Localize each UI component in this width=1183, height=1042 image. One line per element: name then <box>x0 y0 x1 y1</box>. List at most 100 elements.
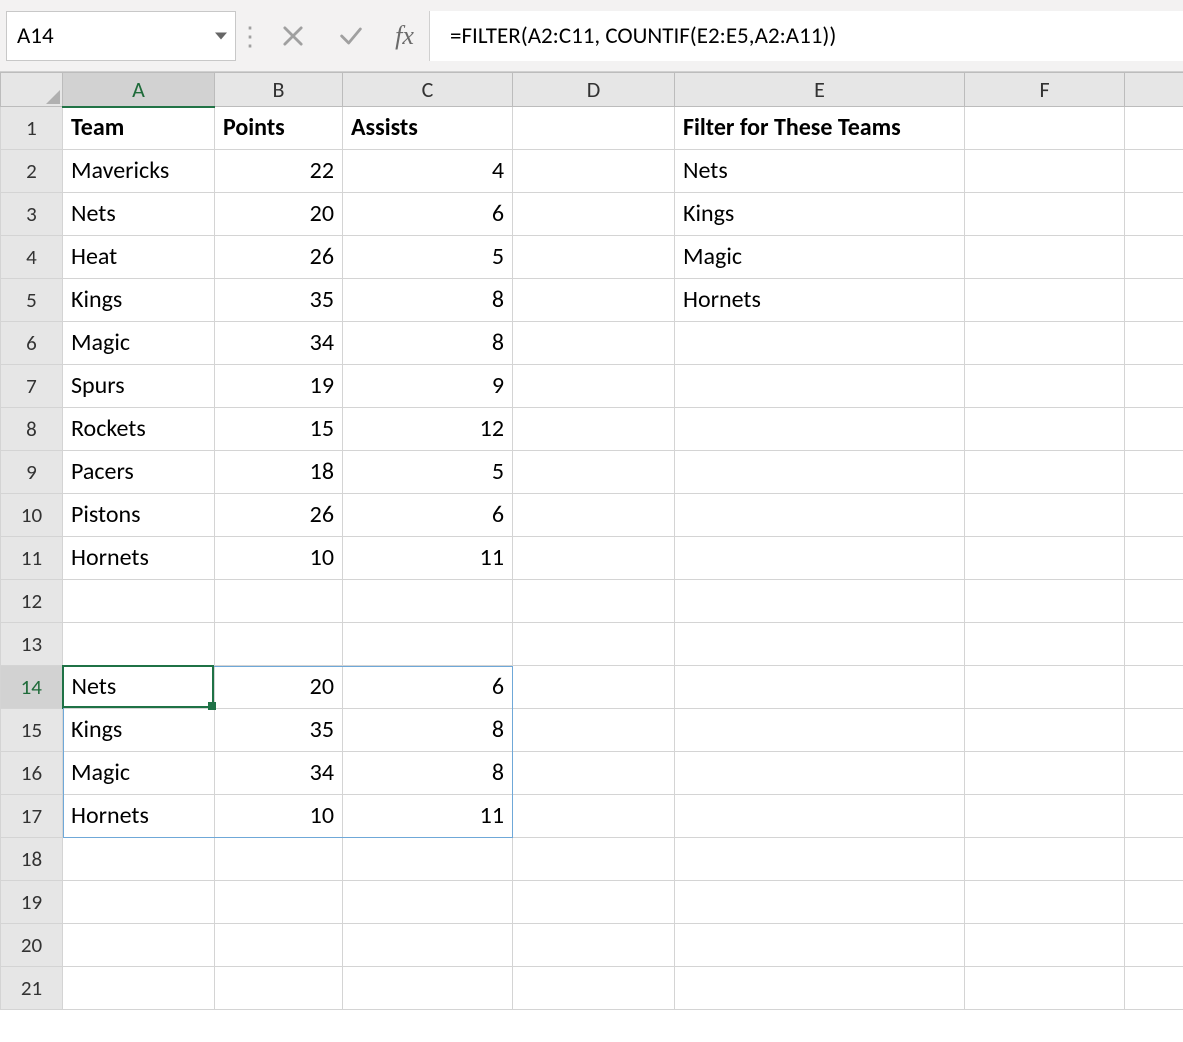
row-header[interactable]: 9 <box>1 451 63 494</box>
cell[interactable] <box>343 580 513 623</box>
cell[interactable] <box>675 752 965 795</box>
cell[interactable] <box>513 709 675 752</box>
cell[interactable] <box>513 408 675 451</box>
cell[interactable] <box>215 838 343 881</box>
cell[interactable] <box>675 580 965 623</box>
cell[interactable] <box>513 193 675 236</box>
column-header[interactable] <box>1125 73 1183 107</box>
cell[interactable]: 35 <box>215 709 343 752</box>
cell[interactable]: 20 <box>215 193 343 236</box>
cell[interactable]: 8 <box>343 279 513 322</box>
cell[interactable] <box>513 279 675 322</box>
cell[interactable] <box>965 408 1125 451</box>
cell[interactable] <box>965 365 1125 408</box>
cell[interactable]: Nets <box>63 193 215 236</box>
cell[interactable] <box>1125 107 1183 150</box>
cell[interactable] <box>1125 408 1183 451</box>
cell[interactable] <box>215 924 343 967</box>
cell[interactable] <box>965 494 1125 537</box>
cell[interactable]: 34 <box>215 752 343 795</box>
cell[interactable] <box>965 580 1125 623</box>
cell[interactable] <box>965 236 1125 279</box>
cell[interactable] <box>1125 537 1183 580</box>
cell[interactable] <box>513 752 675 795</box>
cell[interactable] <box>965 451 1125 494</box>
row-header[interactable]: 21 <box>1 967 63 1010</box>
cell[interactable] <box>1125 623 1183 666</box>
row-header[interactable]: 17 <box>1 795 63 838</box>
column-header[interactable]: B <box>215 73 343 107</box>
cell[interactable] <box>1125 494 1183 537</box>
cell[interactable] <box>1125 838 1183 881</box>
cell[interactable]: Kings <box>63 709 215 752</box>
cell[interactable]: Magic <box>675 236 965 279</box>
cell[interactable] <box>1125 795 1183 838</box>
cell[interactable] <box>343 924 513 967</box>
cell[interactable]: 34 <box>215 322 343 365</box>
cell[interactable] <box>63 967 215 1010</box>
cell[interactable]: Kings <box>675 193 965 236</box>
cell[interactable]: 6 <box>343 494 513 537</box>
cell[interactable] <box>343 838 513 881</box>
cell[interactable] <box>675 537 965 580</box>
cell[interactable] <box>1125 150 1183 193</box>
cell[interactable] <box>965 279 1125 322</box>
cell[interactable] <box>215 580 343 623</box>
cell[interactable] <box>965 752 1125 795</box>
cell[interactable] <box>513 494 675 537</box>
cell[interactable] <box>675 494 965 537</box>
cell[interactable] <box>1125 193 1183 236</box>
cell[interactable] <box>63 924 215 967</box>
cell[interactable] <box>1125 279 1183 322</box>
cell[interactable] <box>63 580 215 623</box>
row-header[interactable]: 20 <box>1 924 63 967</box>
cell[interactable] <box>343 881 513 924</box>
cell[interactable] <box>965 193 1125 236</box>
cell[interactable] <box>343 967 513 1010</box>
cell[interactable] <box>513 881 675 924</box>
cell[interactable]: 12 <box>343 408 513 451</box>
cell[interactable]: Rockets <box>63 408 215 451</box>
cell[interactable]: Hornets <box>63 537 215 580</box>
cell[interactable] <box>675 967 965 1010</box>
row-header[interactable]: 15 <box>1 709 63 752</box>
row-header[interactable]: 16 <box>1 752 63 795</box>
cell[interactable] <box>215 967 343 1010</box>
cell[interactable] <box>513 322 675 365</box>
cell[interactable] <box>63 838 215 881</box>
cell[interactable]: 9 <box>343 365 513 408</box>
cell[interactable]: Nets <box>63 666 215 709</box>
cell[interactable] <box>513 838 675 881</box>
cell[interactable] <box>513 150 675 193</box>
cell[interactable]: 26 <box>215 494 343 537</box>
cell[interactable]: Filter for These Teams <box>675 107 965 150</box>
cell[interactable]: Pistons <box>63 494 215 537</box>
cell[interactable] <box>1125 322 1183 365</box>
cell[interactable] <box>63 623 215 666</box>
cell[interactable] <box>675 365 965 408</box>
cell[interactable] <box>965 107 1125 150</box>
cell[interactable] <box>965 666 1125 709</box>
row-header[interactable]: 19 <box>1 881 63 924</box>
cell[interactable] <box>675 451 965 494</box>
cell[interactable]: 22 <box>215 150 343 193</box>
cell[interactable]: Hornets <box>63 795 215 838</box>
column-header[interactable]: D <box>513 73 675 107</box>
cell[interactable] <box>965 924 1125 967</box>
cell[interactable] <box>965 709 1125 752</box>
cell[interactable]: 35 <box>215 279 343 322</box>
cell[interactable]: 10 <box>215 537 343 580</box>
cell[interactable] <box>1125 924 1183 967</box>
cell[interactable] <box>675 666 965 709</box>
row-header[interactable]: 3 <box>1 193 63 236</box>
cell[interactable] <box>675 795 965 838</box>
cell[interactable]: 8 <box>343 322 513 365</box>
row-header[interactable]: 11 <box>1 537 63 580</box>
cell[interactable]: 20 <box>215 666 343 709</box>
column-header[interactable]: F <box>965 73 1125 107</box>
cell[interactable] <box>1125 709 1183 752</box>
column-header[interactable]: E <box>675 73 965 107</box>
cell[interactable]: 4 <box>343 150 513 193</box>
cell[interactable] <box>965 150 1125 193</box>
cell[interactable] <box>513 236 675 279</box>
